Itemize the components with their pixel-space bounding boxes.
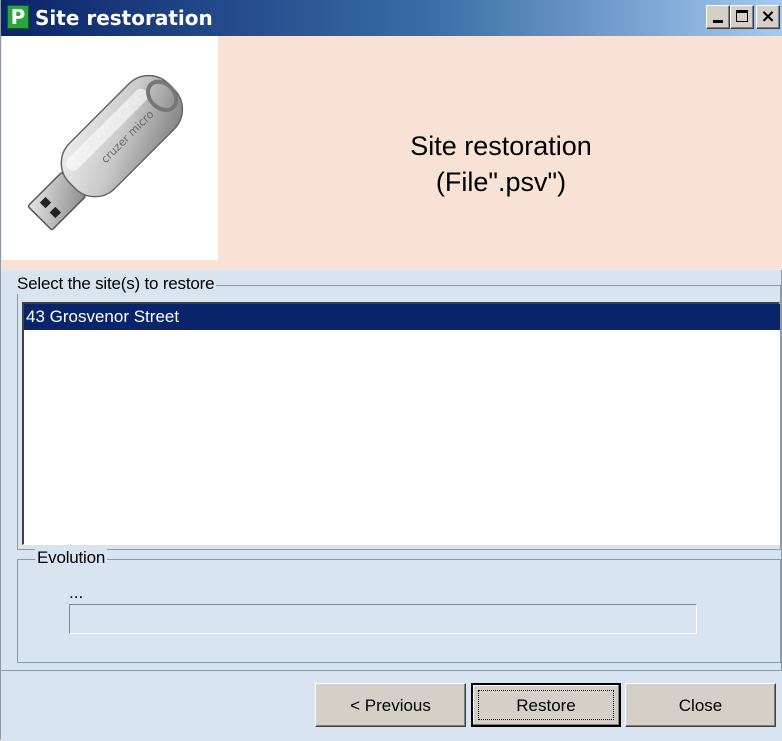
close-icon: ×: [760, 6, 776, 27]
close-button-label: Close: [678, 696, 723, 715]
close-button[interactable]: Close: [625, 683, 776, 727]
sites-listbox[interactable]: 43 Grosvenor Street: [22, 302, 780, 545]
site-restoration-window: P Site restoration × cruzer micro Site r…: [0, 0, 782, 741]
banner-title-line2: (File".psv"): [435, 167, 567, 197]
maximize-button[interactable]: [730, 5, 754, 29]
close-window-button[interactable]: ×: [756, 5, 780, 29]
banner-title: Site restoration (File".psv"): [219, 128, 782, 200]
window-title: Site restoration: [35, 6, 213, 30]
minimize-button[interactable]: [706, 5, 730, 29]
previous-button[interactable]: < Previous: [315, 683, 466, 727]
previous-button-label: < Previous: [350, 696, 431, 715]
minimize-icon: [713, 20, 723, 23]
progress-bar: [69, 604, 697, 634]
restore-button-label: Restore: [516, 696, 576, 715]
app-icon: P: [7, 5, 29, 29]
title-bar[interactable]: P Site restoration ×: [1, 0, 782, 36]
evolution-group-label: Evolution: [35, 548, 108, 568]
usb-drive-image: cruzer micro: [2, 36, 218, 260]
progress-status-text: ...: [69, 583, 84, 602]
button-bar: < Previous Restore Close: [1, 670, 782, 741]
usb-drive-icon: cruzer micro: [27, 74, 184, 231]
maximize-icon: [736, 10, 748, 22]
header-banner: cruzer micro Site restoration (File".psv…: [1, 36, 782, 270]
list-item[interactable]: 43 Grosvenor Street: [24, 304, 780, 330]
sites-group-label: Select the site(s) to restore: [15, 274, 217, 294]
banner-title-line1: Site restoration: [410, 131, 592, 161]
restore-button[interactable]: Restore: [471, 683, 621, 727]
